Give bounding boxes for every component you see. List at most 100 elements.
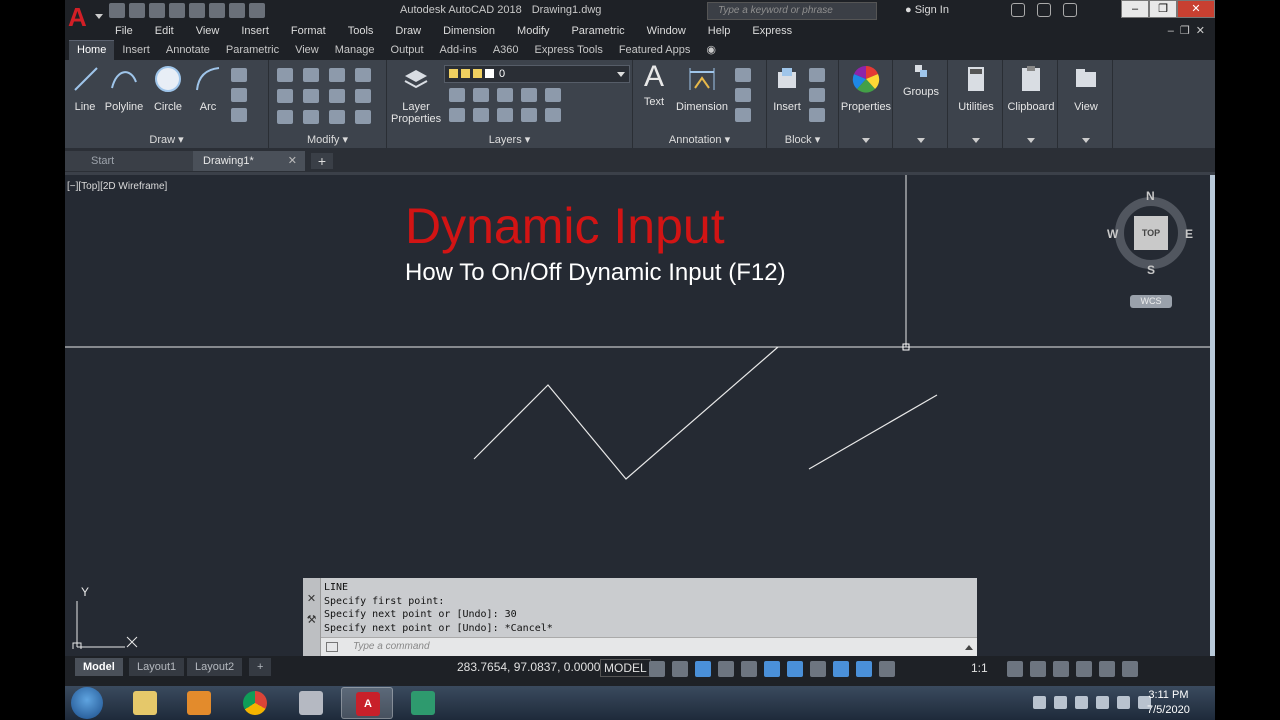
- menu-express[interactable]: Express: [740, 22, 792, 40]
- isolate-objects-icon[interactable]: [1053, 661, 1069, 677]
- annotation-visibility-icon[interactable]: [833, 661, 849, 677]
- taskbar-chrome[interactable]: [229, 687, 281, 719]
- save-as-icon[interactable]: [169, 3, 185, 18]
- table-icon[interactable]: [735, 108, 751, 122]
- layer-match-icon[interactable]: [545, 88, 561, 102]
- leader-icon[interactable]: [735, 88, 751, 102]
- cart-icon[interactable]: [1011, 3, 1025, 17]
- add-layout-button[interactable]: +: [249, 658, 272, 676]
- utilities-button[interactable]: Utilities: [949, 64, 1003, 113]
- snap-icon[interactable]: [672, 661, 688, 677]
- layer-dropdown[interactable]: 0: [444, 65, 630, 83]
- device-icon[interactable]: [1075, 696, 1088, 709]
- line-button[interactable]: Line: [71, 64, 99, 113]
- tab-model[interactable]: Model: [75, 658, 123, 676]
- edit-block-icon[interactable]: [809, 88, 825, 102]
- layer-make-current-icon[interactable]: [449, 108, 465, 122]
- network-icon[interactable]: [1096, 696, 1109, 709]
- hardware-acceleration-icon[interactable]: [1076, 661, 1092, 677]
- offset-icon[interactable]: [355, 110, 371, 124]
- insert-block-button[interactable]: Insert: [769, 64, 805, 113]
- compass-north[interactable]: N: [1146, 189, 1155, 203]
- block-attributes-icon[interactable]: [809, 108, 825, 122]
- system-clock[interactable]: 3:11 PM 7/5/2020: [1147, 688, 1190, 718]
- menu-file[interactable]: File: [103, 22, 133, 40]
- chevron-down-icon[interactable]: [1026, 138, 1035, 143]
- tab-output[interactable]: Output: [383, 41, 432, 60]
- grid-icon[interactable]: [649, 661, 665, 677]
- block-panel-title[interactable]: Block ▾: [767, 133, 838, 146]
- command-prompt-icon[interactable]: [326, 642, 338, 652]
- taskbar-explorer[interactable]: [119, 687, 171, 719]
- show-hidden-icons-icon[interactable]: [1033, 696, 1046, 709]
- tab-annotate[interactable]: Annotate: [158, 41, 218, 60]
- ribbon-toggle-icon[interactable]: ◉: [698, 41, 724, 60]
- model-space-button[interactable]: MODEL: [600, 659, 651, 677]
- taskbar-paint[interactable]: [285, 687, 337, 719]
- power-icon[interactable]: [1117, 696, 1130, 709]
- tab-a360[interactable]: A360: [485, 41, 527, 60]
- tab-view[interactable]: View: [287, 41, 327, 60]
- scale-icon[interactable]: [303, 110, 319, 124]
- trim-icon[interactable]: [329, 68, 345, 82]
- close-tab-icon[interactable]: ✕: [288, 151, 297, 171]
- clipboard-button[interactable]: Clipboard: [1004, 64, 1058, 113]
- ortho-icon[interactable]: [695, 661, 711, 677]
- a360-icon[interactable]: [1037, 3, 1051, 17]
- tab-layout2[interactable]: Layout2: [187, 658, 243, 676]
- new-tab-button[interactable]: +: [311, 153, 333, 169]
- copy-icon[interactable]: [277, 89, 293, 103]
- fillet-icon[interactable]: [329, 89, 345, 103]
- view-button[interactable]: View: [1059, 64, 1113, 113]
- draw-panel-title[interactable]: Draw ▾: [65, 133, 268, 146]
- command-line-grip[interactable]: ✕ ⚒: [303, 578, 321, 656]
- flag-icon[interactable]: [1054, 696, 1067, 709]
- polyline-button[interactable]: Polyline: [103, 64, 145, 113]
- application-menu-button[interactable]: A: [65, 0, 103, 40]
- viewcube-top-face[interactable]: TOP: [1134, 216, 1168, 250]
- clean-screen-icon[interactable]: [1099, 661, 1115, 677]
- menu-draw[interactable]: Draw: [383, 22, 421, 40]
- create-block-icon[interactable]: [809, 68, 825, 82]
- tab-layout1[interactable]: Layout1: [129, 658, 185, 676]
- workspace-gear-icon[interactable]: [1007, 661, 1023, 677]
- menu-dimension[interactable]: Dimension: [431, 22, 495, 40]
- help-search-input[interactable]: Type a keyword or phrase: [707, 2, 877, 20]
- mirror-icon[interactable]: [303, 89, 319, 103]
- taskbar-recorder[interactable]: [397, 687, 449, 719]
- tab-add-ins[interactable]: Add-ins: [432, 41, 485, 60]
- wcs-menu[interactable]: WCS: [1130, 295, 1172, 308]
- properties-button[interactable]: Properties: [839, 64, 893, 113]
- annotation-panel-title[interactable]: Annotation ▾: [633, 133, 766, 146]
- command-line[interactable]: ✕ ⚒ LINE Specify first point: Specify ne…: [303, 578, 977, 656]
- arc-button[interactable]: Arc: [193, 64, 223, 113]
- tab-manage[interactable]: Manage: [327, 41, 383, 60]
- tab-insert[interactable]: Insert: [114, 41, 158, 60]
- chevron-up-icon[interactable]: [965, 645, 973, 650]
- close-icon[interactable]: ✕: [303, 592, 320, 605]
- wrench-icon[interactable]: ⚒: [303, 613, 320, 626]
- polar-icon[interactable]: [718, 661, 734, 677]
- layer-thaw-icon[interactable]: [497, 108, 513, 122]
- tab-start[interactable]: Start: [65, 151, 193, 171]
- chevron-down-icon[interactable]: [971, 138, 980, 143]
- customize-dropdown-icon[interactable]: [249, 3, 265, 18]
- compass-east[interactable]: E: [1185, 227, 1193, 241]
- dimension-button[interactable]: Dimension: [673, 64, 731, 113]
- taskbar-media-player[interactable]: [173, 687, 225, 719]
- array-icon[interactable]: [329, 110, 345, 124]
- layer-walk-icon[interactable]: [545, 108, 561, 122]
- document-window-controls[interactable]: –❐✕: [1168, 24, 1211, 37]
- menu-window[interactable]: Window: [635, 22, 686, 40]
- layer-lock-icon[interactable]: [521, 88, 537, 102]
- menu-parametric[interactable]: Parametric: [559, 22, 624, 40]
- customization-menu-icon[interactable]: [1122, 661, 1138, 677]
- explode-icon[interactable]: [355, 89, 371, 103]
- text-button[interactable]: A Text: [637, 62, 671, 109]
- restore-button[interactable]: ❐: [1149, 0, 1177, 18]
- lineweight-icon[interactable]: [810, 661, 826, 677]
- tab-drawing1[interactable]: Drawing1* ✕: [193, 151, 305, 171]
- close-button[interactable]: ✕: [1177, 0, 1215, 18]
- compass-south[interactable]: S: [1147, 263, 1155, 277]
- minimize-button[interactable]: –: [1121, 0, 1149, 18]
